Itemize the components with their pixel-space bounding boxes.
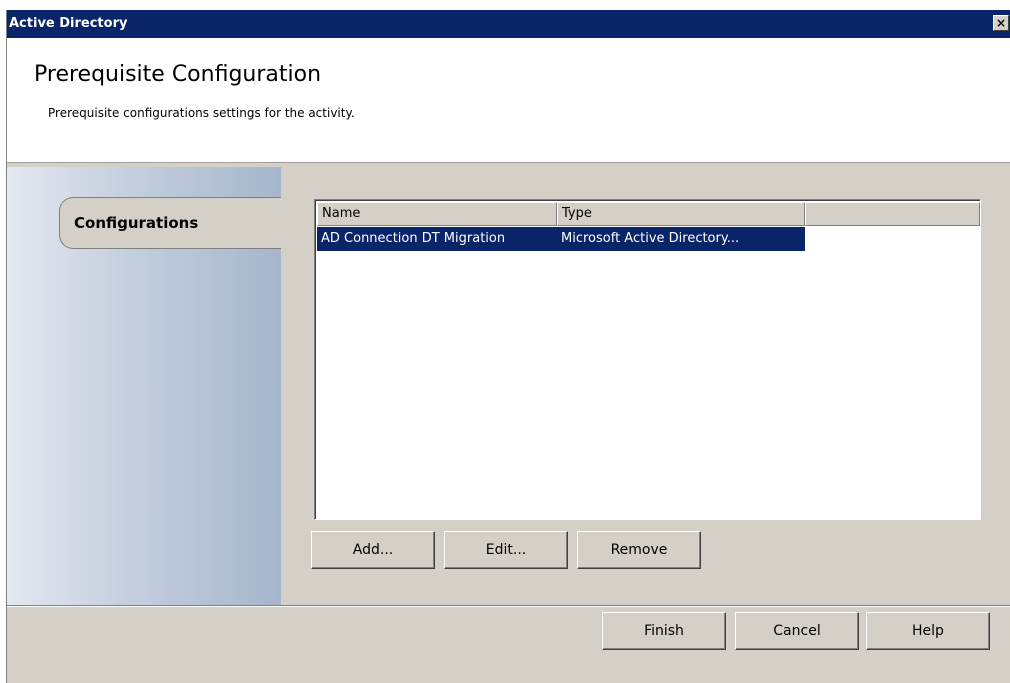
configurations-list[interactable]: Name Type AD Connection DT Migration Mic… — [314, 199, 981, 520]
row-type-cell: Microsoft Active Directory... — [561, 231, 740, 246]
row-name-cell: AD Connection DT Migration — [321, 231, 506, 246]
page-title: Prerequisite Configuration — [34, 62, 322, 87]
tab-configurations[interactable]: Configurations — [59, 197, 281, 249]
remove-button[interactable]: Remove — [577, 531, 701, 569]
close-icon[interactable]: × — [993, 15, 1009, 31]
column-header-name[interactable]: Name — [317, 202, 557, 226]
footer-divider — [7, 605, 1010, 607]
cancel-button[interactable]: Cancel — [735, 612, 859, 650]
window-title: Active Directory — [9, 16, 128, 31]
wizard-header: Prerequisite Configuration Prerequisite … — [7, 38, 1010, 163]
column-header-type[interactable]: Type — [557, 202, 805, 226]
finish-button[interactable]: Finish — [602, 612, 726, 650]
add-button[interactable]: Add... — [311, 531, 435, 569]
page-subtitle: Prerequisite configurations settings for… — [48, 106, 355, 120]
tab-label: Configurations — [74, 214, 199, 232]
help-button[interactable]: Help — [866, 612, 990, 650]
title-bar[interactable]: Active Directory × — [7, 10, 1010, 38]
edit-button[interactable]: Edit... — [444, 531, 568, 569]
list-header: Name Type — [317, 202, 980, 226]
column-header-filler — [805, 202, 980, 226]
dialog-window: Active Directory × Prerequisite Configur… — [6, 10, 1010, 683]
table-row[interactable]: AD Connection DT Migration Microsoft Act… — [317, 227, 805, 251]
